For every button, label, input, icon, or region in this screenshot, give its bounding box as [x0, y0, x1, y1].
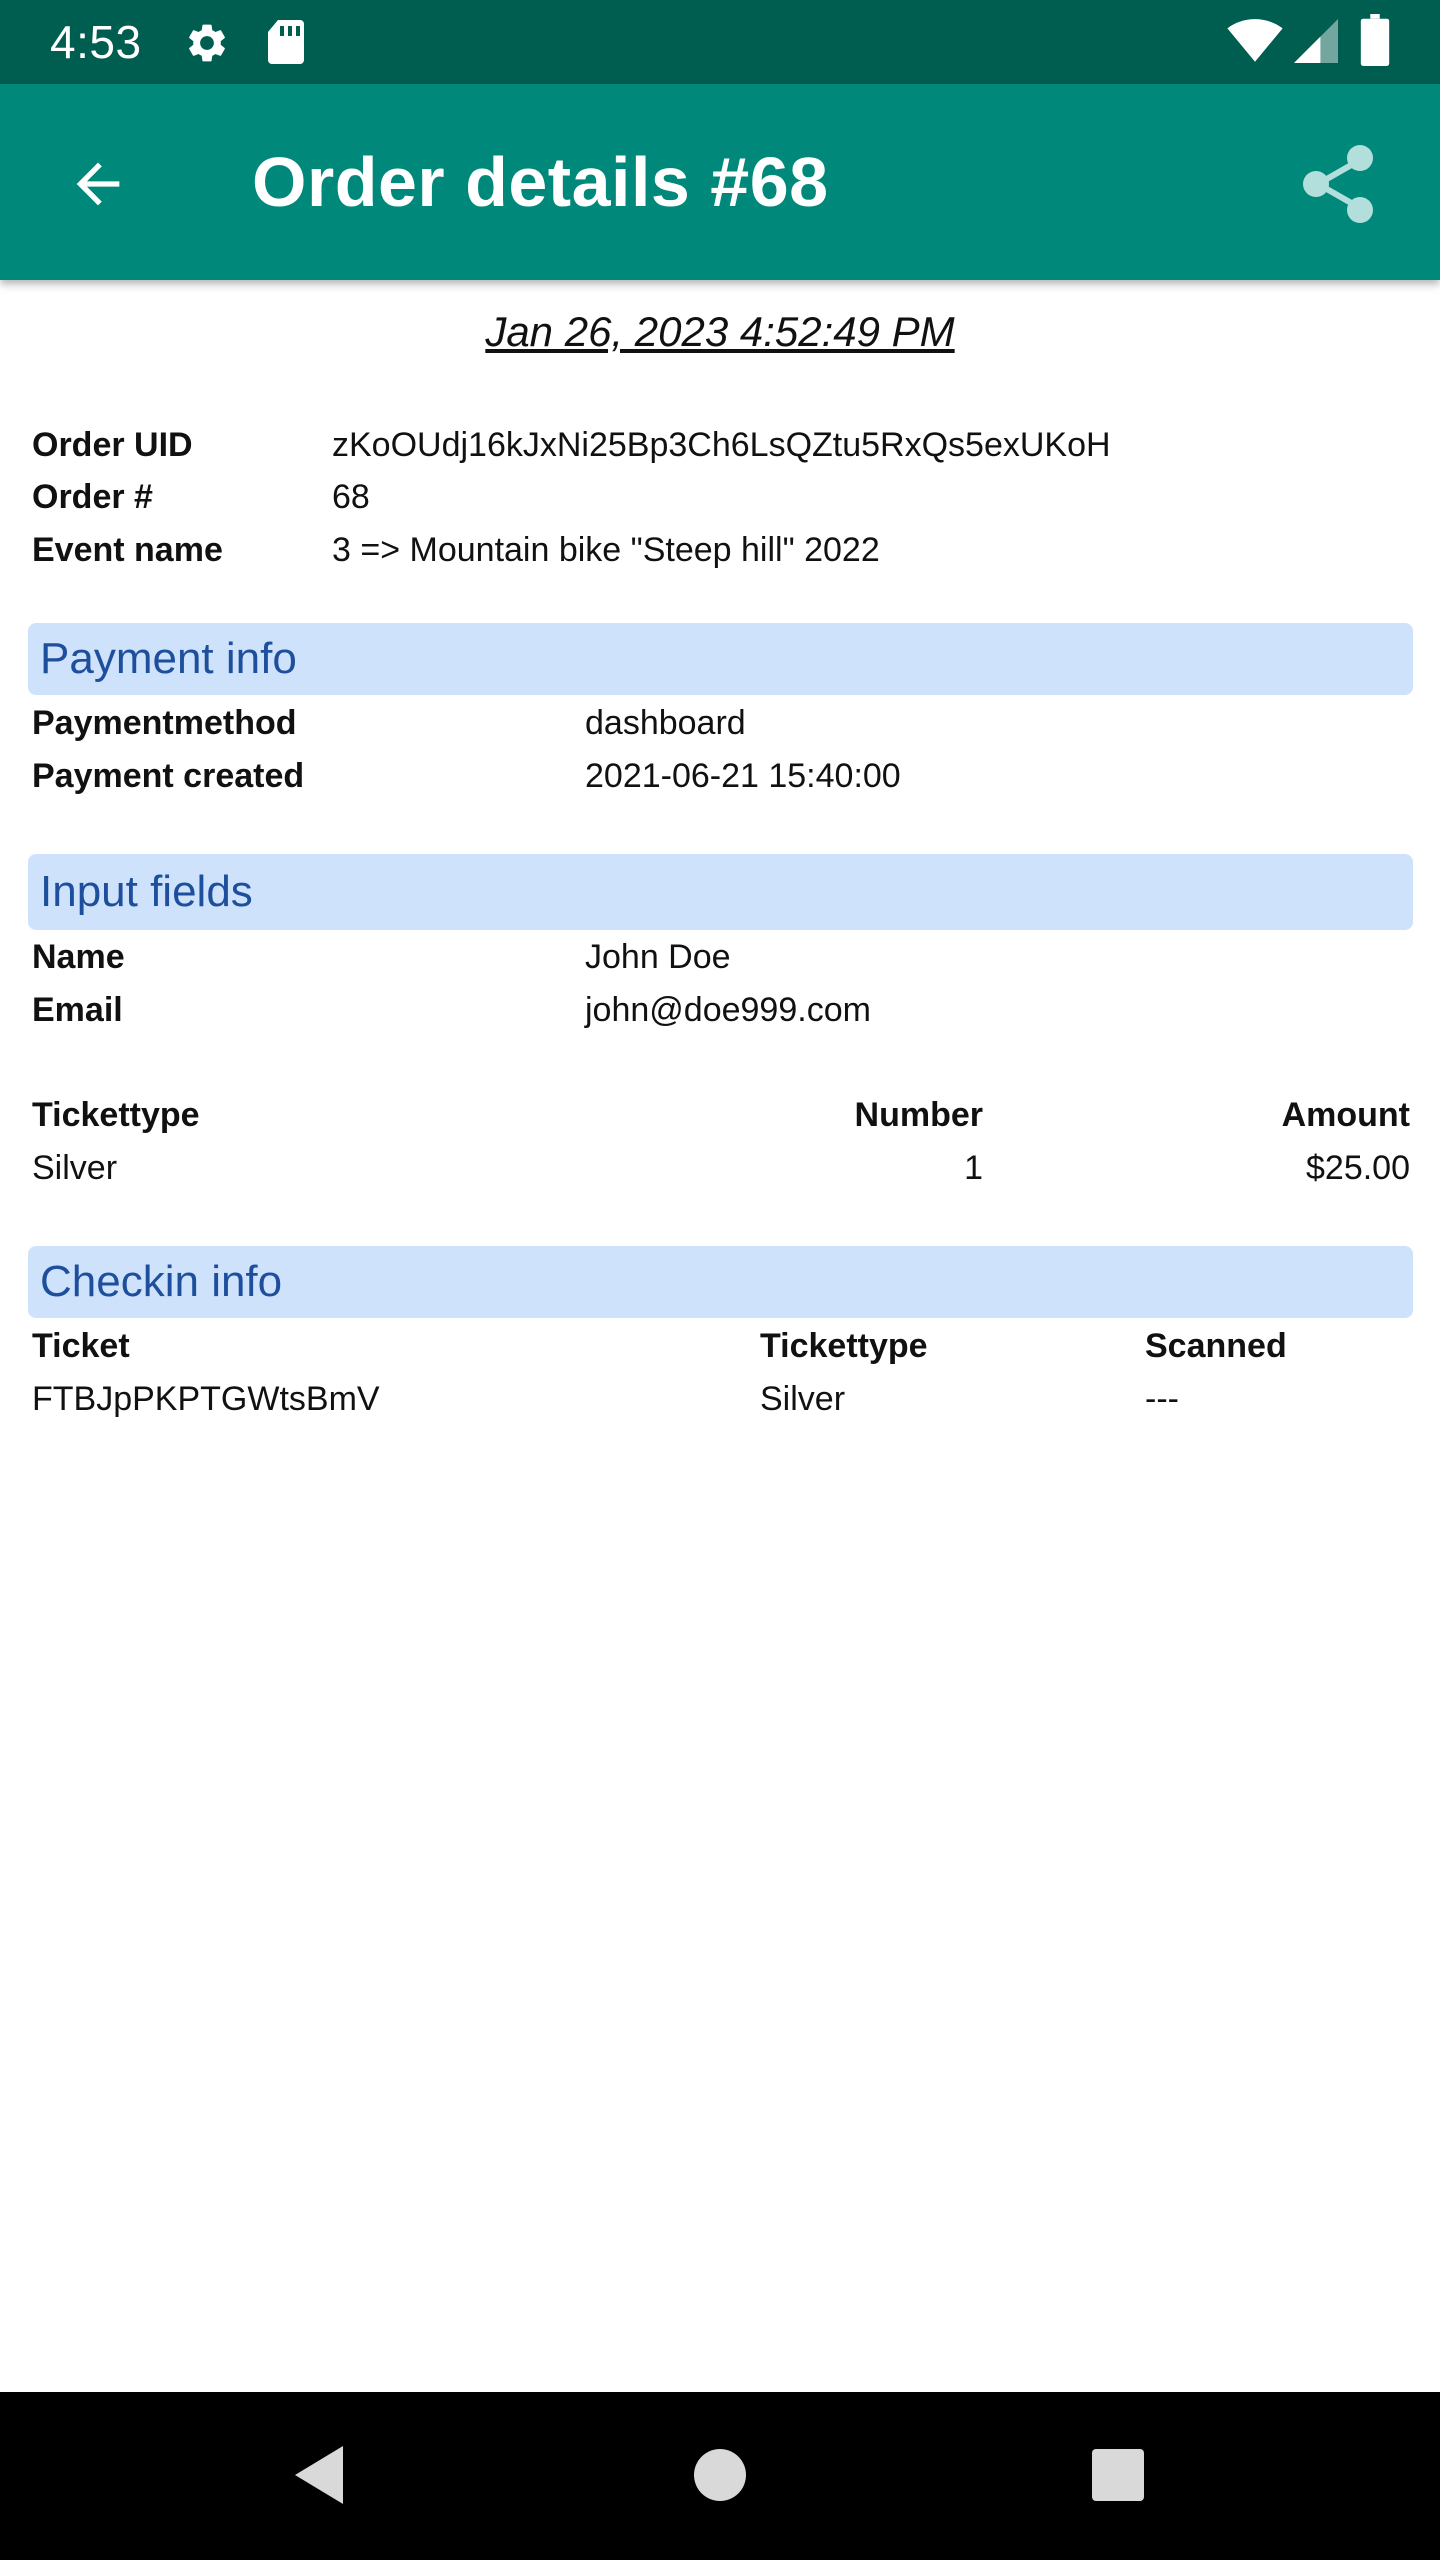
payment-created-row: Payment created 2021-06-21 15:40:00 [32, 749, 1412, 803]
checkin-col-tickettype: Tickettype [760, 1327, 928, 1365]
checkin-info-header: Checkin info [28, 1246, 1413, 1318]
ticket-row-number: 1 [964, 1149, 983, 1187]
email-value: john@doe999.com [585, 991, 871, 1029]
arrow-back-icon [66, 152, 130, 221]
order-number-value: 68 [332, 478, 370, 516]
checkin-col-scanned: Scanned [1145, 1327, 1287, 1365]
ticket-row-tickettype: Silver [32, 1149, 118, 1187]
back-triangle-icon [289, 2442, 349, 2513]
order-number-label: Order # [32, 478, 153, 516]
input-fields-header: Input fields [28, 854, 1413, 930]
gear-icon [184, 20, 230, 71]
recents-square-icon [1090, 2447, 1146, 2508]
payment-method-value: dashboard [585, 704, 746, 742]
status-time: 4:53 [50, 16, 142, 68]
nav-recents-button[interactable] [1073, 2432, 1163, 2522]
order-date: Jan 26, 2023 4:52:49 PM [485, 308, 955, 355]
ticket-row-amount: $25.00 [1306, 1149, 1410, 1187]
tickets-col-amount: Amount [1281, 1096, 1410, 1134]
tickets-col-number: Number [854, 1096, 983, 1134]
tickets-col-tickettype: Tickettype [32, 1096, 200, 1134]
name-value: John Doe [585, 938, 731, 976]
checkin-row-tickettype: Silver [760, 1380, 846, 1418]
wifi-icon [1226, 18, 1284, 69]
event-name-row: Event name 3 => Mountain bike "Steep hil… [32, 523, 1412, 577]
status-bar: 4:53 [0, 0, 1440, 84]
email-label: Email [32, 991, 123, 1029]
name-row: Name John Doe [32, 930, 1412, 984]
checkin-row-ticket: FTBJpPKPTGWtsBmV [32, 1380, 380, 1418]
payment-method-label: Paymentmethod [32, 704, 297, 742]
back-button[interactable] [50, 138, 146, 234]
order-uid-value: zKoOUdj16kJxNi25Bp3Ch6LsQZtu5RxQs5exUKoH [332, 426, 1111, 464]
navigation-bar [0, 2392, 1440, 2560]
share-icon [1294, 138, 1384, 233]
name-label: Name [32, 938, 125, 976]
payment-created-value: 2021-06-21 15:40:00 [585, 757, 901, 795]
sd-card-icon [264, 18, 308, 71]
share-button[interactable] [1284, 130, 1394, 240]
order-uid-row: Order UID zKoOUdj16kJxNi25Bp3Ch6LsQZtu5R… [32, 418, 1412, 472]
order-uid-label: Order UID [32, 426, 193, 464]
cellular-signal-icon [1294, 18, 1338, 69]
checkin-col-ticket: Ticket [32, 1327, 130, 1365]
home-circle-icon [692, 2447, 748, 2508]
payment-method-row: Paymentmethod dashboard [32, 696, 1412, 750]
checkin-row-scanned: --- [1145, 1380, 1179, 1418]
battery-icon [1360, 14, 1390, 71]
email-row: Email john@doe999.com [32, 983, 1412, 1037]
payment-info-header: Payment info [28, 623, 1413, 695]
nav-back-button[interactable] [274, 2432, 364, 2522]
event-name-label: Event name [32, 531, 223, 569]
nav-home-button[interactable] [675, 2432, 765, 2522]
app-bar: Order details #68 [0, 84, 1440, 280]
event-name-value: 3 => Mountain bike "Steep hill" 2022 [332, 531, 880, 569]
payment-created-label: Payment created [32, 757, 305, 795]
order-number-row: Order # 68 [32, 470, 1412, 524]
page-title: Order details #68 [252, 143, 829, 221]
